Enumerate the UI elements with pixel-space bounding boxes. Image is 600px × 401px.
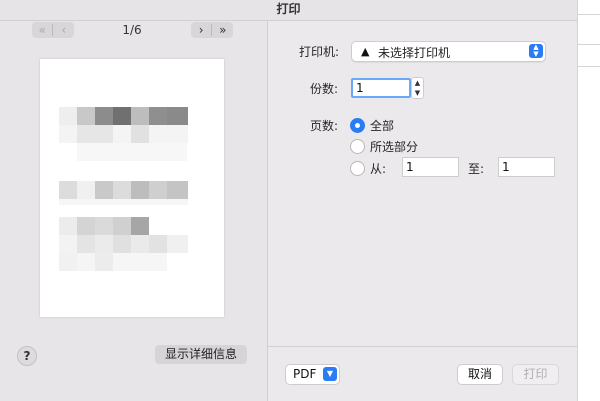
- preview-block: [167, 235, 188, 253]
- help-button[interactable]: ?: [17, 346, 37, 366]
- preview-block: [131, 235, 149, 253]
- preview-block: [59, 199, 188, 205]
- preview-block: [113, 235, 131, 253]
- first-page-icon[interactable]: «: [32, 22, 52, 38]
- preview-block: [77, 107, 95, 125]
- print-dialog: 打印 « ‹ 1/6 › » ? 显示详细信息 打印机: ▲ 未选择打印机 ▲ …: [0, 0, 578, 401]
- pdf-label: PDF: [293, 367, 317, 381]
- preview-nav-forward-group: › »: [191, 22, 233, 38]
- preview-block: [77, 235, 95, 253]
- next-page-icon[interactable]: ›: [191, 22, 211, 38]
- warning-icon: ▲: [361, 45, 370, 58]
- footer-divider: [268, 346, 577, 347]
- preview-block: [113, 107, 131, 125]
- pane-divider: [267, 21, 268, 401]
- pages-all-label: 全部: [370, 119, 395, 133]
- preview-block: [59, 235, 77, 253]
- preview-block: [95, 181, 113, 199]
- preview-block: [59, 107, 77, 125]
- preview-block: [77, 253, 95, 271]
- pages-selection-label: 所选部分: [370, 140, 419, 154]
- window-title: 打印: [0, 0, 577, 21]
- prev-page-icon[interactable]: ‹: [54, 22, 74, 38]
- pages-all-radio[interactable]: [350, 118, 365, 133]
- pdf-menu-button[interactable]: PDF ▼: [285, 364, 340, 385]
- page-indicator: 1/6: [122, 23, 142, 37]
- preview-block: [131, 125, 149, 143]
- edge-line: [578, 66, 600, 67]
- preview-block: [59, 253, 77, 271]
- preview-nav-back-group: « ‹: [32, 22, 74, 38]
- pages-from-input[interactable]: 1: [402, 157, 459, 177]
- preview-block: [77, 181, 95, 199]
- preview-block: [167, 107, 188, 125]
- preview-block: [167, 181, 188, 199]
- preview-block: [59, 181, 77, 199]
- preview-block: [77, 217, 95, 235]
- preview-block: [131, 217, 149, 235]
- printer-value: 未选择打印机: [378, 46, 451, 60]
- preview-block: [77, 125, 113, 143]
- preview-block: [95, 107, 113, 125]
- preview-block: [149, 235, 167, 253]
- printer-label: 打印机:: [299, 45, 340, 59]
- pages-to-label: 至:: [468, 162, 485, 176]
- pages-to-input[interactable]: 1: [498, 157, 555, 177]
- preview-block: [95, 217, 113, 235]
- show-details-button[interactable]: 显示详细信息: [155, 345, 247, 364]
- pages-selection-radio[interactable]: [350, 139, 365, 154]
- preview-block: [131, 181, 149, 199]
- preview-block: [131, 107, 149, 125]
- preview-block: [149, 107, 167, 125]
- pages-range-radio[interactable]: [350, 161, 365, 176]
- preview-block: [113, 181, 131, 199]
- select-chevron-icon: ▲ ▼: [529, 44, 543, 58]
- pages-from-label: 从:: [370, 162, 387, 176]
- preview-block: [77, 143, 187, 161]
- preview-block: [95, 253, 113, 271]
- chevron-down-icon: ▼: [323, 367, 337, 381]
- copies-label: 份数:: [310, 82, 339, 96]
- preview-block: [95, 235, 113, 253]
- printer-select[interactable]: ▲ 未选择打印机 ▲ ▼: [351, 41, 546, 62]
- edge-line: [578, 14, 600, 15]
- preview-block: [59, 217, 77, 235]
- preview-block: [149, 181, 167, 199]
- preview-block: [113, 253, 167, 271]
- copies-input[interactable]: 1: [351, 78, 411, 98]
- last-page-icon[interactable]: »: [213, 22, 233, 38]
- copies-stepper[interactable]: ▲ ▼: [411, 77, 424, 99]
- cancel-button[interactable]: 取消: [457, 364, 503, 385]
- background-window-edge: [578, 0, 600, 401]
- edge-line: [578, 44, 600, 45]
- pages-label: 页数:: [310, 119, 339, 133]
- print-button[interactable]: 打印: [512, 364, 559, 385]
- page-preview: [40, 59, 224, 317]
- preview-block: [113, 217, 131, 235]
